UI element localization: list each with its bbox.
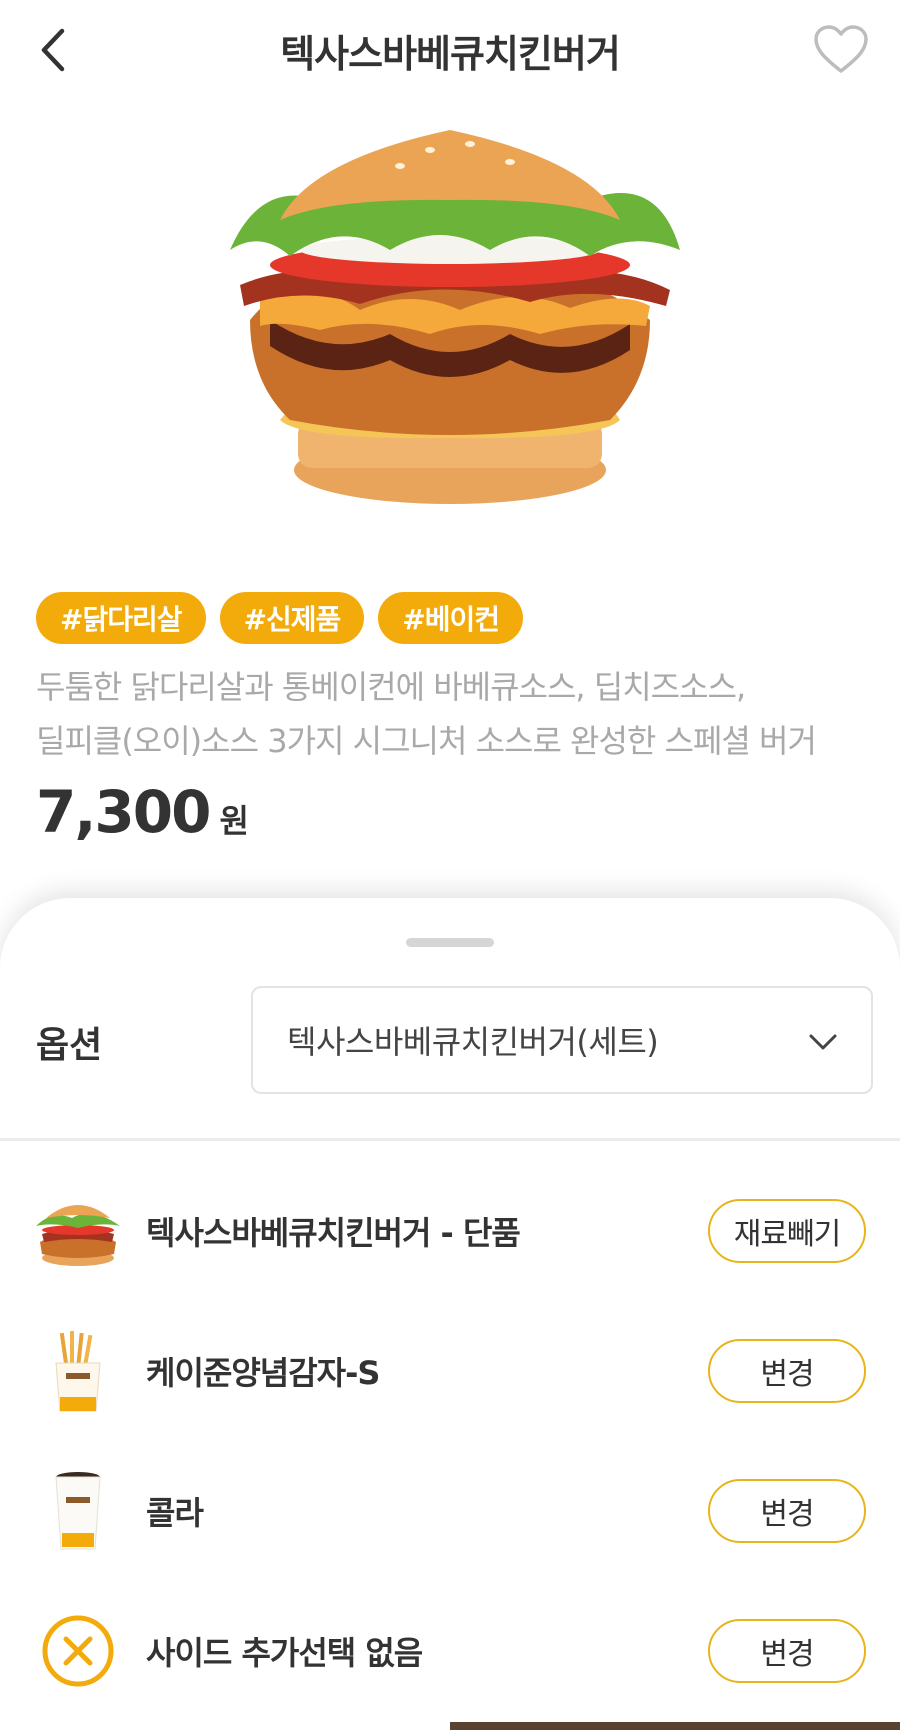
chevron-down-icon xyxy=(809,1034,837,1050)
remove-ingredients-button[interactable]: 재료빼기 xyxy=(708,1199,866,1263)
option-label: 옵션 xyxy=(36,1025,103,1066)
set-item-name: 콜라 xyxy=(146,1494,204,1532)
divider xyxy=(0,1138,900,1141)
change-extra-side-button[interactable]: 변경 xyxy=(708,1619,866,1683)
set-item-extra-side: 사이드 추가선택 없음 변경 xyxy=(0,1601,900,1701)
set-item-name: 텍사스바베큐치킨버거 - 단품 xyxy=(146,1214,521,1252)
change-drink-button[interactable]: 변경 xyxy=(708,1479,866,1543)
set-item-cola: 콜라 변경 xyxy=(0,1461,900,1561)
page-title: 텍사스바베큐치킨버거 xyxy=(280,31,621,76)
fries-thumb-icon xyxy=(30,1323,126,1419)
burger-image xyxy=(230,130,680,504)
bottom-indicator-bar xyxy=(450,1722,900,1730)
tag-chip: #베이컨 xyxy=(378,592,524,644)
back-button[interactable] xyxy=(24,20,84,80)
option-sheet: 옵션 텍사스바베큐치킨버거(세트) 텍사스바베큐치킨버거 - 단품 재료빼기 케… xyxy=(0,898,900,1730)
option-selected-value: 텍사스바베큐치킨버거(세트) xyxy=(287,1023,659,1061)
description-line: 두툼한 닭다리살과 통베이컨에 바베큐소스, 딥치즈소스, xyxy=(36,668,746,706)
close-circle-icon xyxy=(30,1603,126,1699)
price: 7,300 원 xyxy=(36,778,249,846)
tag-chip: #닭다리살 xyxy=(36,592,206,644)
cola-cup-thumb-icon xyxy=(30,1463,126,1559)
set-item-fries: 케이준양념감자-S 변경 xyxy=(0,1321,900,1421)
description-line: 딜피클(오이)소스 3가지 시그니처 소스로 완성한 스페셜 버거 xyxy=(36,722,817,760)
chevron-left-icon xyxy=(41,28,65,72)
burger-thumb-icon xyxy=(30,1183,126,1279)
sheet-drag-handle[interactable] xyxy=(406,938,494,947)
price-value: 7,300 xyxy=(36,778,211,846)
product-description: 두툼한 닭다리살과 통베이컨에 바베큐소스, 딥치즈소스, 딜피클(오이)소스 … xyxy=(36,660,876,768)
change-side-button[interactable]: 변경 xyxy=(708,1339,866,1403)
header: 텍사스바베큐치킨버거 xyxy=(0,0,900,100)
option-select[interactable]: 텍사스바베큐치킨버거(세트) xyxy=(251,986,873,1094)
price-unit: 원 xyxy=(219,802,249,840)
set-item-name: 케이준양념감자-S xyxy=(146,1354,380,1392)
tag-list: #닭다리살 #신제품 #베이컨 xyxy=(36,592,524,644)
heart-icon xyxy=(814,25,868,73)
set-item-burger: 텍사스바베큐치킨버거 - 단품 재료빼기 xyxy=(0,1181,900,1281)
set-item-name: 사이드 추가선택 없음 xyxy=(146,1634,423,1672)
tag-chip: #신제품 xyxy=(219,592,365,644)
favorite-button[interactable] xyxy=(806,20,876,80)
